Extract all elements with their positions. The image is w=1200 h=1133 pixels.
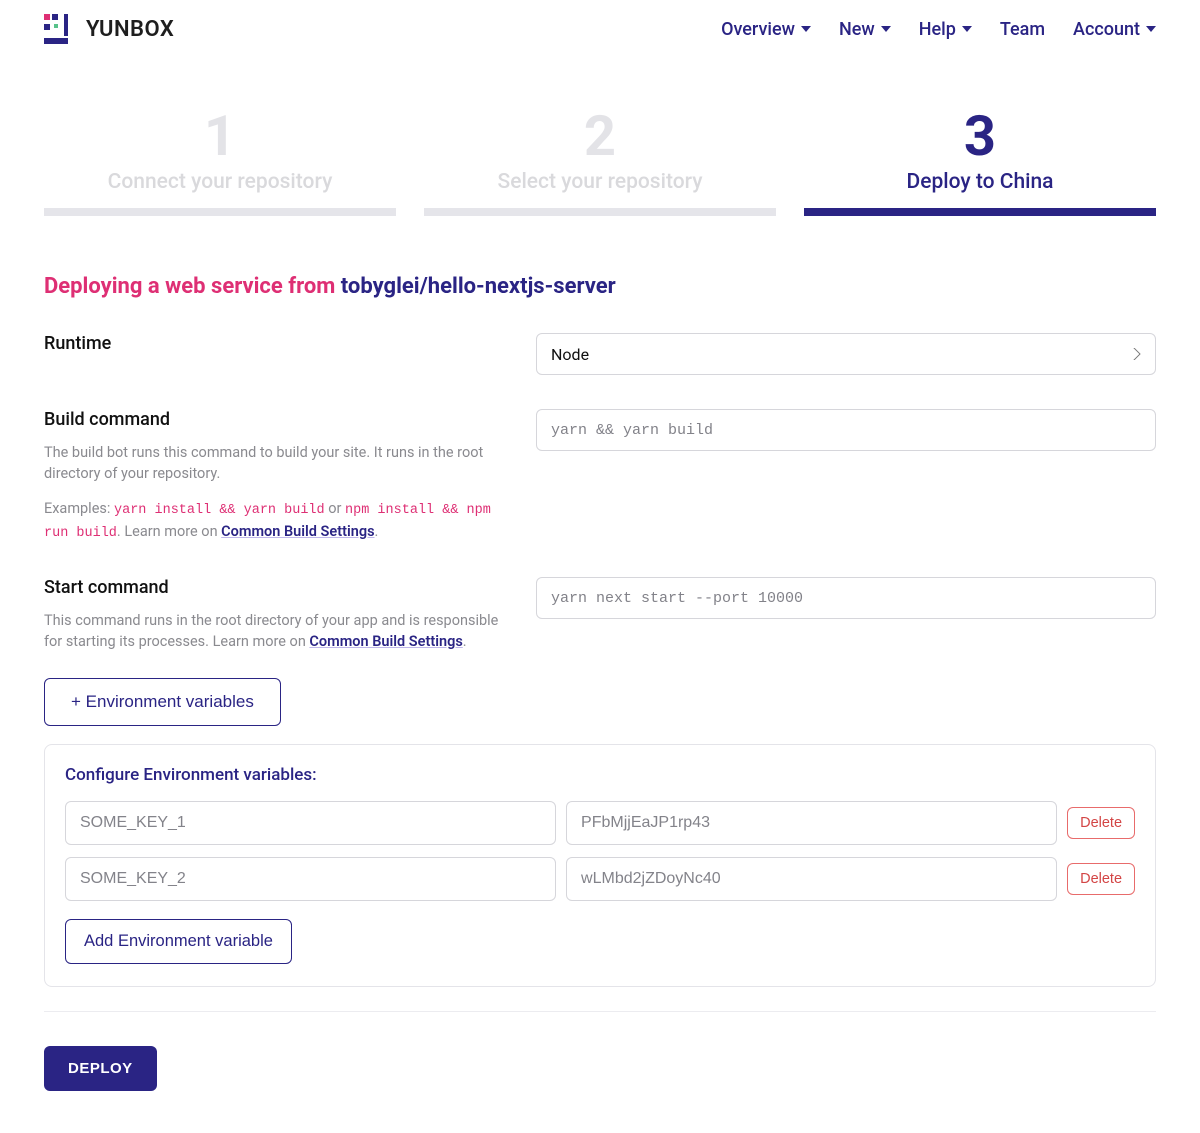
nav-account-label: Account	[1073, 19, 1140, 40]
logo-text: YUNBOX	[86, 17, 174, 42]
step-2-label: Select your repository	[424, 170, 776, 194]
step-1-bar	[44, 208, 396, 216]
page-heading: Deploying a web service from tobyglei/he…	[44, 274, 1156, 299]
nav-help[interactable]: Help	[919, 19, 972, 40]
divider	[44, 1011, 1156, 1012]
nav-new[interactable]: New	[839, 19, 891, 40]
heading-repo: tobyglei/hello-nextjs-server	[341, 274, 616, 299]
step-1[interactable]: 1 Connect your repository	[44, 108, 396, 216]
deploy-button[interactable]: DEPLOY	[44, 1046, 157, 1091]
nav-overview-label: Overview	[721, 19, 795, 40]
top-nav: Overview New Help Team Account	[721, 19, 1156, 40]
build-command-examples: Examples: yarn install && yarn build or …	[44, 498, 512, 543]
start-command-label: Start command	[44, 577, 512, 598]
env-key-input[interactable]	[65, 857, 556, 901]
chevron-down-icon	[881, 26, 891, 32]
nav-new-label: New	[839, 19, 875, 40]
nav-help-label: Help	[919, 19, 956, 40]
start-command-help: This command runs in the root directory …	[44, 610, 512, 652]
build-command-label: Build command	[44, 409, 512, 430]
logo[interactable]: YUNBOX	[44, 14, 174, 44]
step-1-number: 1	[44, 108, 396, 164]
env-delete-button[interactable]: Delete	[1067, 863, 1135, 895]
step-3-number: 3	[804, 108, 1156, 164]
env-panel-title: Configure Environment variables:	[65, 765, 1135, 785]
runtime-label: Runtime	[44, 333, 512, 354]
chevron-down-icon	[1146, 26, 1156, 32]
env-value-input[interactable]	[566, 857, 1057, 901]
step-2-bar	[424, 208, 776, 216]
build-command-help: The build bot runs this command to build…	[44, 442, 512, 484]
runtime-value: Node	[551, 345, 589, 364]
env-row: Delete	[65, 801, 1135, 845]
chevron-down-icon	[801, 26, 811, 32]
heading-prefix: Deploying a web service from	[44, 274, 341, 299]
build-command-input[interactable]	[536, 409, 1156, 451]
env-row: Delete	[65, 857, 1135, 901]
step-2[interactable]: 2 Select your repository	[424, 108, 776, 216]
nav-team[interactable]: Team	[1000, 19, 1045, 40]
chevron-down-icon	[962, 26, 972, 32]
step-3-bar	[804, 208, 1156, 216]
nav-overview[interactable]: Overview	[721, 19, 811, 40]
stepper: 1 Connect your repository 2 Select your …	[44, 108, 1156, 216]
step-3-label: Deploy to China	[804, 170, 1156, 194]
env-key-input[interactable]	[65, 801, 556, 845]
env-value-input[interactable]	[566, 801, 1057, 845]
runtime-select[interactable]: Node	[536, 333, 1156, 375]
nav-team-label: Team	[1000, 19, 1045, 40]
add-env-variable-button[interactable]: Add Environment variable	[65, 919, 292, 964]
env-panel: Configure Environment variables: Delete …	[44, 744, 1156, 987]
nav-account[interactable]: Account	[1073, 19, 1156, 40]
step-2-number: 2	[424, 108, 776, 164]
start-command-input[interactable]	[536, 577, 1156, 619]
logo-icon	[44, 14, 80, 44]
env-variables-toggle[interactable]: + Environment variables	[44, 678, 281, 726]
common-build-settings-link[interactable]: Common Build Settings	[221, 523, 374, 540]
step-1-label: Connect your repository	[44, 170, 396, 194]
step-3[interactable]: 3 Deploy to China	[804, 108, 1156, 216]
env-delete-button[interactable]: Delete	[1067, 807, 1135, 839]
common-build-settings-link-2[interactable]: Common Build Settings	[309, 633, 462, 650]
